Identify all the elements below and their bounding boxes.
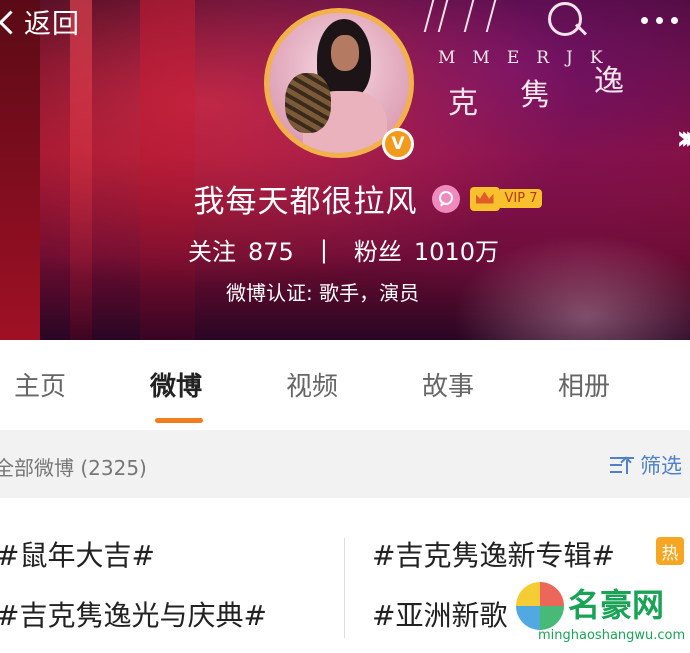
active-tab-indicator: [155, 418, 203, 423]
chevron-left-icon: [0, 10, 22, 32]
tab-stories[interactable]: 故事: [422, 366, 474, 403]
cover-stripe: [140, 0, 195, 340]
more-dot-icon: [671, 16, 678, 24]
cover-art-title: 克 隽 逸: [448, 64, 638, 126]
cover-art-char: 隽: [520, 78, 550, 113]
verified-badge-icon: V: [382, 128, 414, 160]
tab-home[interactable]: 主页: [14, 366, 66, 403]
profile-cover: MMERJK 克 隽 逸 ››› 返回 V 我每天都很拉风 VIP 7 关注 87…: [0, 0, 690, 340]
post-count-label[interactable]: 全部微博 (2325): [0, 452, 147, 481]
topic-divider: [344, 538, 345, 638]
topic-link[interactable]: #吉克隽逸新专辑#: [372, 534, 615, 574]
cover-art-glyph: [540, 0, 600, 42]
filter-bar: 全部微博 (2325) 筛选: [0, 430, 690, 498]
stats-row: 关注 875 | 粉丝 1010万: [188, 232, 499, 267]
filter-button[interactable]: 筛选: [610, 450, 682, 480]
more-dot-icon: [656, 16, 663, 24]
filter-icon: [610, 454, 636, 476]
chevron-right-icon[interactable]: ›››: [676, 118, 690, 158]
female-gender-icon: [431, 184, 460, 213]
filter-button-label: 筛选: [640, 454, 682, 478]
followers-count: 1010万: [413, 238, 499, 266]
cover-art-char: 逸: [594, 64, 624, 99]
tab-video[interactable]: 视频: [286, 366, 338, 403]
following-stat[interactable]: 关注 875: [188, 232, 294, 267]
back-label: 返回: [24, 8, 80, 40]
more-options-button[interactable]: [641, 6, 678, 34]
following-count: 875: [248, 238, 294, 266]
cover-stripe: [0, 0, 40, 340]
hot-badge: 热: [656, 537, 684, 565]
topic-link[interactable]: #吉克隽逸光与庆典#: [0, 594, 267, 634]
stats-separator: |: [319, 235, 328, 264]
name-row: 我每天都很拉风 VIP 7: [0, 176, 690, 221]
topic-grid: #鼠年大吉# #吉克隽逸光与庆典# #吉克隽逸新专辑# #亚洲新歌 热: [0, 498, 690, 653]
topic-link[interactable]: #亚洲新歌: [372, 594, 507, 634]
profile-tabs: 主页 微博 视频 故事 相册: [0, 340, 690, 430]
cover-art-letters: MMERJK: [438, 48, 620, 68]
cover-art-char: 克: [448, 86, 478, 121]
crown-icon: [469, 186, 500, 211]
cover-art-strokes: [420, 0, 530, 40]
tab-albums[interactable]: 相册: [558, 366, 610, 403]
more-dot-icon: [641, 16, 648, 24]
followers-label: 粉丝: [353, 238, 402, 266]
cover-stripe: [70, 0, 92, 340]
vip-badge[interactable]: VIP 7: [469, 186, 543, 211]
verification-text: 微博认证: 歌手，演员: [226, 281, 420, 305]
topic-link[interactable]: #鼠年大吉#: [0, 534, 155, 574]
username: 我每天都很拉风: [193, 184, 418, 220]
followers-stat[interactable]: 粉丝 1010万: [354, 232, 499, 267]
back-button[interactable]: 返回: [0, 2, 80, 40]
vip-level-label: VIP 7: [499, 189, 543, 208]
tab-weibo[interactable]: 微博: [150, 366, 202, 403]
following-label: 关注: [188, 238, 236, 266]
